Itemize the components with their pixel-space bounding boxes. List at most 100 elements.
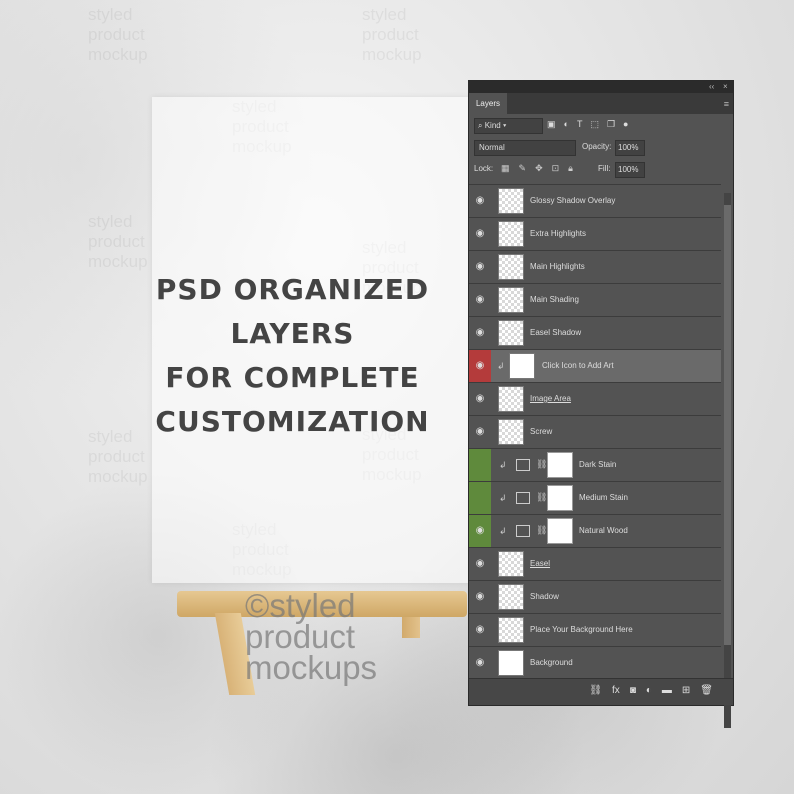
panel-menu-icon[interactable]: ≡ [724, 99, 729, 109]
layer-row[interactable]: ◉ Main Highlights [469, 250, 721, 283]
clip-icon: ↲ [497, 361, 505, 371]
opacity-label: Opacity: [582, 142, 612, 151]
layer-name: Main Highlights [530, 262, 585, 271]
layer-row[interactable]: ◉ Background [469, 646, 721, 679]
layer-row[interactable]: ◉ Shadow [469, 580, 721, 613]
layer-name: Background [530, 658, 573, 667]
add-mask-icon[interactable]: ◙ [630, 685, 636, 696]
eye-icon[interactable]: ◉ [469, 548, 491, 580]
levels-adjustment-icon [516, 459, 530, 471]
blend-mode-select[interactable]: Normal [474, 140, 576, 156]
layer-thumbnail [498, 617, 524, 643]
link-icon: ⛓︎ [536, 525, 548, 535]
eye-icon[interactable]: ◉ [469, 416, 491, 448]
layer-thumbnail [498, 287, 524, 313]
layer-row[interactable]: ◉ Extra Highlights [469, 217, 721, 250]
smart-object-filter-icon[interactable]: ❐ [607, 119, 615, 130]
eye-icon[interactable]: ◉ [469, 581, 491, 613]
layer-row[interactable]: ◉ Easel [469, 547, 721, 580]
layer-name: Place Your Background Here [530, 625, 633, 634]
filter-row: ⌕ Kind ▾ ▣ ◐ T ⬚ ❐ ● [469, 114, 733, 138]
watermark-text: styledproductmockup [88, 5, 148, 64]
layer-name: Medium Stain [579, 493, 628, 502]
new-layer-icon[interactable]: ⊞ [682, 685, 690, 696]
eye-icon[interactable]: ◉ [469, 284, 491, 316]
layers-scrollbar[interactable] [724, 193, 731, 728]
shape-filter-icon[interactable]: ⬚ [590, 119, 599, 130]
bottom-icons: ⛓︎ fx ◙ ◐ ▬ ⊞ 🗑︎ [589, 685, 713, 696]
collapse-icon[interactable]: ‹‹ [709, 82, 714, 91]
eye-icon[interactable]: ◉ [469, 515, 491, 547]
layer-mask-thumbnail [547, 518, 573, 544]
layer-row[interactable]: ◉ ↲ ⛓︎ Natural Wood [469, 514, 721, 547]
layer-name: Extra Highlights [530, 229, 587, 238]
promo-line: FOR COMPLETE [165, 361, 420, 394]
layer-row[interactable]: ↲ ⛓︎ Dark Stain [469, 448, 721, 481]
eye-icon[interactable]: ◉ [469, 614, 491, 646]
layer-thumbnail [498, 254, 524, 280]
lock-pixels-icon[interactable]: ✎ [519, 163, 527, 174]
layer-name: Natural Wood [579, 526, 628, 535]
layer-thumbnail [498, 419, 524, 445]
link-layers-icon[interactable]: ⛓︎ [589, 685, 602, 696]
layer-row[interactable]: ◉ Main Shading [469, 283, 721, 316]
layer-row[interactable]: ◉ Easel Shadow [469, 316, 721, 349]
layer-name: Dark Stain [579, 460, 617, 469]
blend-row: Normal Opacity: 100% [469, 138, 733, 159]
kind-filter-select[interactable]: ⌕ Kind ▾ [474, 118, 543, 134]
new-group-icon[interactable]: ▬ [662, 685, 672, 696]
watermark-text: styledproductmockup [88, 212, 148, 271]
filter-toggle-icon[interactable]: ● [623, 119, 628, 130]
trash-icon[interactable]: 🗑︎ [700, 685, 713, 696]
layer-mask-thumbnail [547, 452, 573, 478]
eye-icon[interactable]: ◉ [469, 218, 491, 250]
lock-row: Lock: ▦ ✎ ✥ ⊡ 🔒︎ Fill: 100% [469, 159, 733, 180]
lock-icons: ▦ ✎ ✥ ⊡ 🔒︎ [501, 163, 573, 174]
clip-icon: ↲ [499, 526, 507, 536]
adjustment-layer-icon[interactable]: ◐ [646, 685, 652, 696]
layer-list: ◉ Glossy Shadow Overlay ◉ Extra Highlights… [469, 184, 721, 679]
fx-icon[interactable]: fx [612, 685, 620, 696]
tab-layers[interactable]: Layers [469, 93, 507, 114]
eye-icon[interactable]: ◉ [469, 251, 491, 283]
eye-icon[interactable]: ◉ [469, 647, 491, 679]
levels-adjustment-icon [516, 525, 530, 537]
type-filter-icon[interactable]: T [577, 119, 583, 130]
layer-row[interactable]: ◉ Screw [469, 415, 721, 448]
pixel-filter-icon[interactable]: ▣ [547, 119, 556, 130]
lock-all-icon[interactable]: 🔒︎ [568, 163, 573, 174]
lock-position-icon[interactable]: ✥ [535, 163, 543, 174]
lock-transparency-icon[interactable]: ▦ [501, 163, 510, 174]
layer-row[interactable]: ◉ Place Your Background Here [469, 613, 721, 646]
layer-row[interactable]: ◉ Glossy Shadow Overlay [469, 184, 721, 217]
layer-name: Easel [530, 559, 551, 568]
copyright-watermark: ©styled product mockups [245, 587, 378, 686]
eye-icon[interactable]: ◉ [469, 350, 491, 382]
layer-row-selected[interactable]: ◉ ↲ Click Icon to Add Art [469, 349, 721, 382]
promo-headline: PSD ORGANIZED LAYERS FOR COMPLETE CUSTOM… [120, 268, 465, 444]
watermark-text: styledproductmockup [362, 5, 422, 64]
layer-row[interactable]: ↲ ⛓︎ Medium Stain [469, 481, 721, 514]
layer-row[interactable]: ◉ Image Area [469, 382, 721, 415]
clip-icon: ↲ [499, 493, 507, 503]
layer-mask-thumbnail [547, 485, 573, 511]
layer-thumbnail [498, 221, 524, 247]
layer-thumbnail [498, 650, 524, 676]
layer-name: Glossy Shadow Overlay [530, 196, 616, 205]
panel-bottom-toolbar: ⛓︎ fx ◙ ◐ ▬ ⊞ 🗑︎ [469, 678, 733, 705]
eye-icon[interactable]: ◉ [469, 317, 491, 349]
adjustment-filter-icon[interactable]: ◐ [564, 119, 569, 130]
link-icon: ⛓︎ [536, 492, 548, 502]
layer-name: Shadow [530, 592, 559, 601]
eye-icon[interactable]: ◉ [469, 383, 491, 415]
panel-tab-row: Layers ≡ [469, 93, 733, 114]
close-icon[interactable]: × [723, 82, 728, 91]
smart-object-thumbnail[interactable] [509, 353, 535, 379]
lock-artboard-icon[interactable]: ⊡ [552, 163, 560, 174]
eye-icon[interactable]: ◉ [469, 185, 491, 217]
visibility-toggle[interactable] [469, 482, 491, 514]
visibility-toggle[interactable] [469, 449, 491, 481]
fill-input[interactable]: 100% [615, 162, 645, 178]
scroll-thumb[interactable] [724, 205, 731, 645]
opacity-input[interactable]: 100% [615, 140, 645, 156]
